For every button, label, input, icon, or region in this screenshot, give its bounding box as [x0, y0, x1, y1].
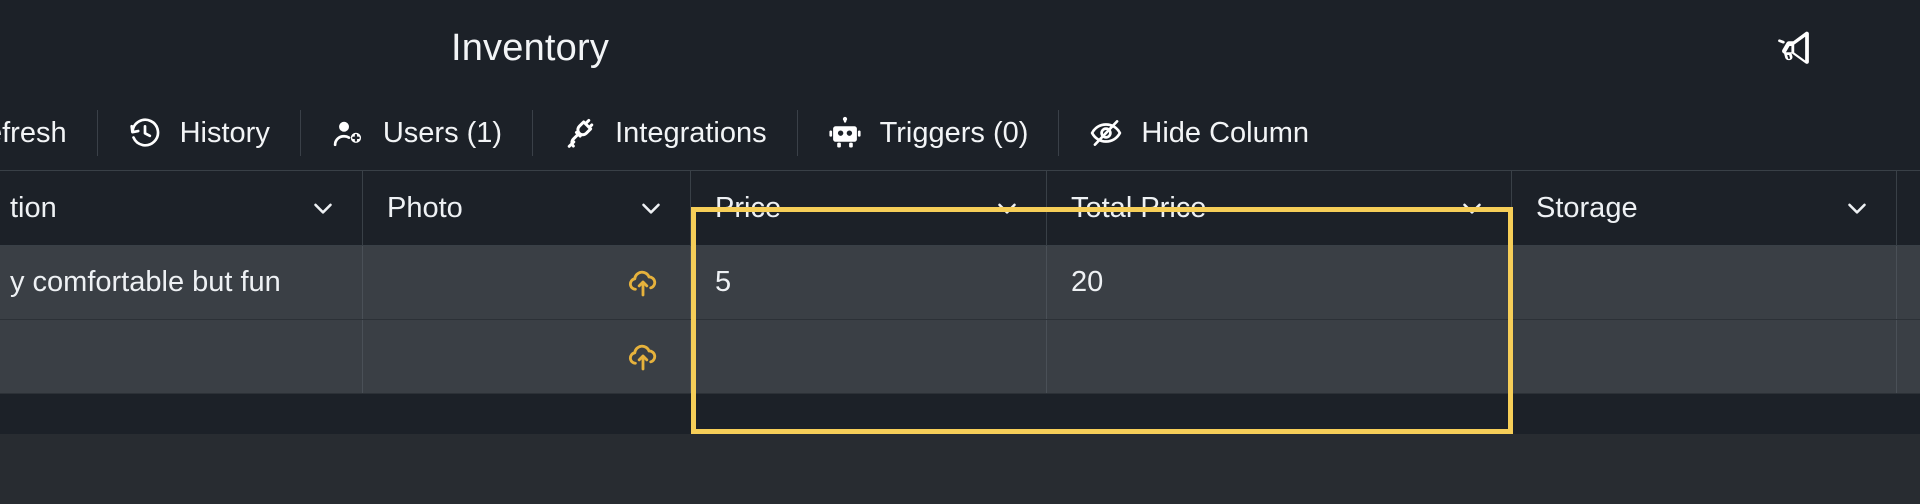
grid-empty-area [0, 434, 1920, 504]
column-header-price[interactable]: Price [691, 171, 1047, 245]
toolbar: efresh History [0, 96, 1920, 170]
toolbar-item-integrations[interactable]: Integrations [533, 96, 797, 170]
announcements-button[interactable] [1765, 22, 1823, 74]
table-row[interactable]: y comfortable but fun 5 20 [0, 246, 1920, 320]
toolbar-item-users[interactable]: Users (1) [301, 96, 532, 170]
cell-description-value: y comfortable but fun [10, 266, 281, 298]
cell-description[interactable]: y comfortable but fun [0, 246, 363, 319]
chevron-down-icon[interactable] [992, 193, 1022, 223]
toolbar-item-triggers[interactable]: Triggers (0) [798, 96, 1059, 170]
cell-description[interactable] [0, 320, 363, 393]
cloud-upload-icon[interactable] [626, 266, 660, 300]
robot-icon [828, 116, 862, 150]
cell-photo[interactable] [363, 246, 691, 319]
toolbar-item-integrations-label: Integrations [615, 116, 767, 149]
toolbar-item-history-label: History [179, 116, 270, 149]
toolbar-item-triggers-label: Triggers (0) [879, 116, 1029, 149]
column-header-photo-label: Photo [387, 191, 463, 224]
column-header-photo[interactable]: Photo [363, 171, 691, 245]
page-title: Inventory [450, 27, 610, 69]
plug-icon [563, 116, 597, 150]
cell-storage[interactable] [1512, 320, 1897, 393]
cell-total-price[interactable]: 20 [1047, 246, 1512, 319]
column-header-overflow [1897, 171, 1920, 245]
cell-total-price[interactable] [1047, 320, 1512, 393]
table-header-row: tion Photo Price Total Price Storage [0, 170, 1920, 246]
column-header-storage[interactable]: Storage [1512, 171, 1897, 245]
toolbar-item-history[interactable]: History [98, 96, 300, 170]
chevron-down-icon[interactable] [1457, 193, 1487, 223]
column-header-total-price-label: Total Price [1071, 191, 1207, 224]
data-grid: tion Photo Price Total Price Storage y c… [0, 170, 1920, 434]
cell-price-value: 5 [715, 266, 732, 298]
user-add-icon [331, 116, 365, 150]
cell-price[interactable] [691, 320, 1047, 393]
column-header-description[interactable]: tion [0, 171, 363, 245]
megaphone-icon [1772, 26, 1816, 70]
history-clock-icon [128, 116, 162, 150]
app-window: Inventory efresh History [0, 0, 1920, 504]
column-header-price-label: Price [715, 191, 782, 224]
cell-total-price-value: 20 [1071, 266, 1104, 298]
cloud-upload-icon[interactable] [626, 340, 660, 374]
eye-off-icon [1089, 116, 1123, 150]
chevron-down-icon[interactable] [308, 193, 338, 223]
toolbar-item-hide-columns-label: Hide Column [1141, 116, 1310, 149]
toolbar-item-users-label: Users (1) [382, 116, 503, 149]
cell-overflow [1897, 320, 1920, 393]
cell-overflow [1897, 246, 1920, 319]
toolbar-item-hide-columns[interactable]: Hide Column [1059, 96, 1339, 170]
chevron-down-icon[interactable] [1842, 193, 1872, 223]
toolbar-item-refresh-label: efresh [0, 116, 67, 149]
cell-photo[interactable] [363, 320, 691, 393]
column-header-description-label: tion [10, 191, 57, 224]
toolbar-item-refresh[interactable]: efresh [0, 96, 97, 170]
chevron-down-icon[interactable] [636, 193, 666, 223]
column-header-storage-label: Storage [1536, 191, 1638, 224]
title-bar: Inventory [0, 0, 1920, 96]
cell-storage[interactable] [1512, 246, 1897, 319]
table-row[interactable] [0, 320, 1920, 394]
cell-price[interactable]: 5 [691, 246, 1047, 319]
column-header-total-price[interactable]: Total Price [1047, 171, 1512, 245]
